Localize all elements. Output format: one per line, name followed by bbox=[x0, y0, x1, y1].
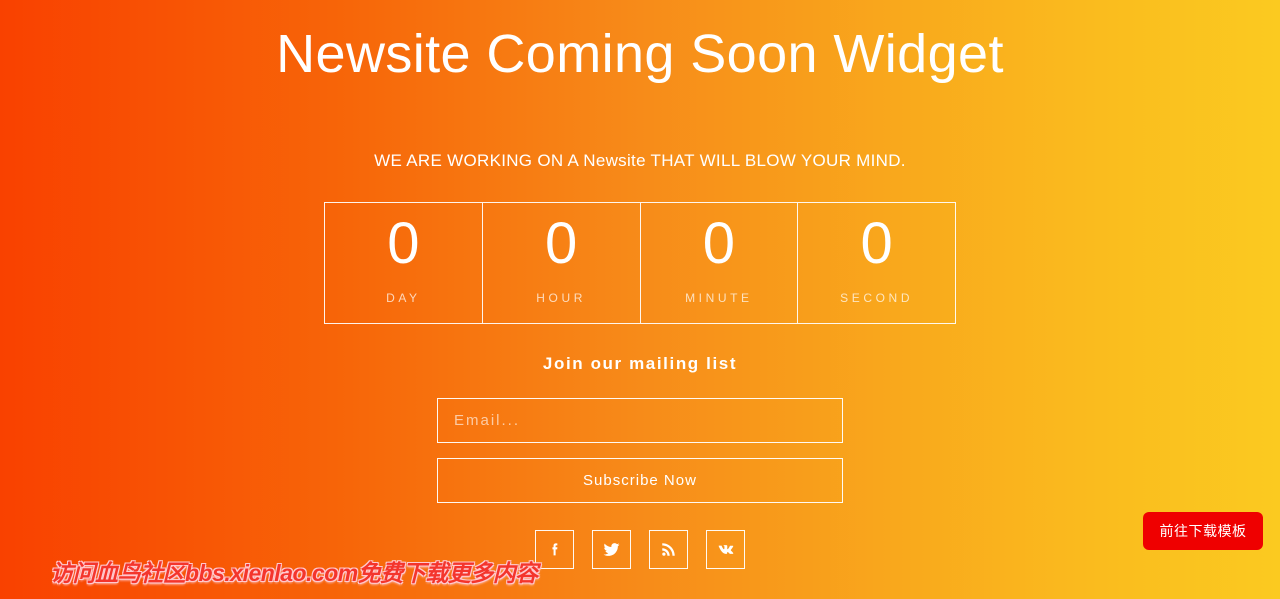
twitter-icon bbox=[602, 540, 621, 559]
countdown-value-hour: 0 bbox=[544, 211, 578, 276]
vk-icon bbox=[716, 540, 736, 560]
email-input[interactable] bbox=[437, 398, 843, 443]
mailing-list-title: Join our mailing list bbox=[542, 354, 738, 373]
countdown-label-day: DAY bbox=[386, 291, 421, 305]
social-link-vk[interactable] bbox=[706, 530, 745, 569]
countdown-value-day: 0 bbox=[387, 211, 420, 276]
countdown-unit-day: 0 DAY bbox=[325, 203, 483, 323]
countdown-unit-minute: 0 MINUTE bbox=[641, 203, 799, 323]
countdown-unit-second: 0 SECOND bbox=[798, 203, 955, 323]
countdown-unit-hour: 0 HOUR bbox=[483, 203, 641, 323]
page-subtitle: WE ARE WORKING ON A Newsite THAT WILL BL… bbox=[374, 151, 906, 170]
social-link-rss[interactable] bbox=[649, 530, 688, 569]
countdown-timer: 0 DAY 0 HOUR 0 MINUTE 0 SECOND bbox=[324, 202, 956, 324]
subscribe-form: Subscribe Now bbox=[437, 398, 843, 503]
social-link-facebook[interactable] bbox=[535, 530, 574, 569]
countdown-label-minute: MINUTE bbox=[685, 291, 753, 305]
countdown-value-minute: 0 bbox=[702, 211, 735, 276]
countdown-label-second: SECOND bbox=[840, 291, 914, 305]
social-links bbox=[535, 530, 745, 569]
countdown-label-hour: HOUR bbox=[536, 291, 586, 305]
facebook-icon bbox=[546, 541, 564, 559]
subscribe-button[interactable]: Subscribe Now bbox=[437, 458, 843, 503]
download-template-button[interactable]: 前往下载模板 bbox=[1143, 512, 1263, 550]
social-link-twitter[interactable] bbox=[592, 530, 631, 569]
page-title: Newsite Coming Soon Widget bbox=[276, 24, 1004, 84]
coming-soon-page: Newsite Coming Soon Widget WE ARE WORKIN… bbox=[0, 0, 1280, 599]
countdown-value-second: 0 bbox=[860, 211, 893, 276]
rss-icon bbox=[660, 541, 677, 558]
